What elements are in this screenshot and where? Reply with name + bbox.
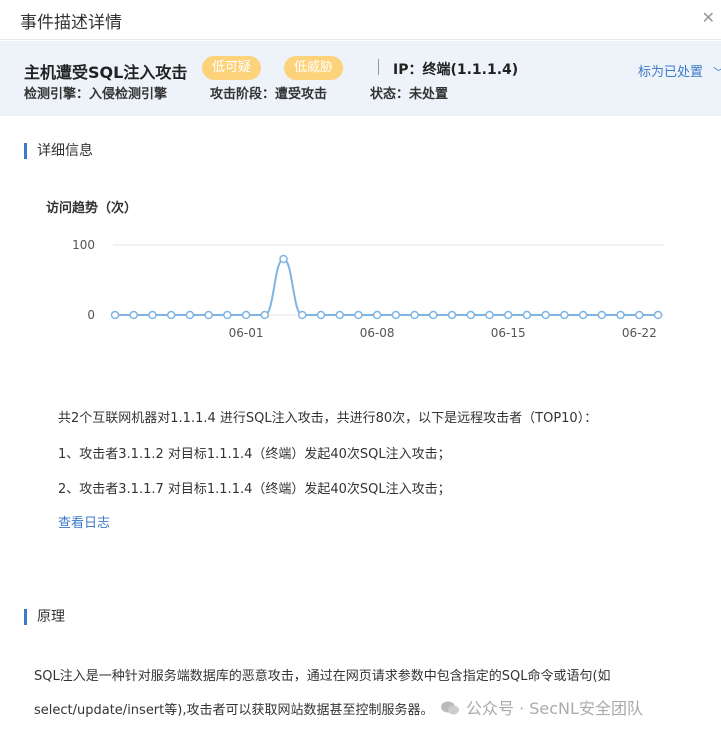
y-tick-label: 0 xyxy=(87,308,95,322)
visit-trend-chart: 0 100 06-01 06-08 06-15 06-22 xyxy=(72,238,664,340)
data-point xyxy=(391,310,401,320)
data-point xyxy=(522,310,532,320)
dialog-titlebar: 事件描述详情 ✕ xyxy=(0,0,721,40)
divider xyxy=(378,59,379,75)
data-point xyxy=(635,310,644,320)
close-icon[interactable]: ✕ xyxy=(702,8,715,27)
data-point xyxy=(447,310,457,320)
watermark: 公众号 · SecNL安全团队 xyxy=(440,695,643,719)
attack-phase: 攻击阶段：遭受攻击 xyxy=(210,87,328,102)
principle-text: select/update/insert等),攻击者可以获取网站数据甚至控制服务… xyxy=(34,703,434,718)
watermark-text: 公众号 · SecNL安全团队 xyxy=(466,699,643,718)
data-point xyxy=(653,310,663,320)
data-point xyxy=(129,310,138,320)
target-ip: IP：终端(1.1.1.4) xyxy=(393,62,519,78)
data-point xyxy=(429,310,438,320)
attack-intro: 共2个互联网机器对1.1.1.4 进行SQL注入攻击，共进行80次，以下是远程攻… xyxy=(58,411,598,426)
data-point xyxy=(148,310,157,320)
data-point xyxy=(597,310,607,320)
threat-level-badge: 低威胁 xyxy=(284,56,344,80)
data-point xyxy=(354,310,363,320)
data-point xyxy=(185,310,195,320)
data-point xyxy=(279,254,288,264)
event-detail-dialog: 事件描述详情 ✕ 主机遭受SQL注入攻击 低可疑 低威胁 IP：终端(1.1.1… xyxy=(0,0,721,734)
details-section-title: 详细信息 xyxy=(24,143,93,159)
x-tick-label: 06-08 xyxy=(360,326,395,340)
principle-text: SQL注入是一种针对服务端数据库的恶意攻击，通过在网页请求参数中包含指定的SQL… xyxy=(34,669,611,684)
data-point xyxy=(410,310,419,320)
data-point xyxy=(503,310,513,320)
data-point xyxy=(541,310,550,320)
x-tick-label: 06-15 xyxy=(491,326,526,340)
data-point xyxy=(110,310,120,320)
y-tick-label: 100 xyxy=(72,238,95,252)
series-line xyxy=(114,257,658,316)
data-point xyxy=(241,310,251,320)
data-point xyxy=(204,310,213,320)
data-point xyxy=(616,310,625,320)
data-point xyxy=(560,310,569,320)
chevron-down-icon: ﹀ xyxy=(713,64,721,80)
data-point xyxy=(223,310,232,320)
mark-handled-label: 标为已处置 xyxy=(638,65,704,80)
data-point xyxy=(578,310,588,320)
event-headline: 主机遭受SQL注入攻击 xyxy=(24,63,188,82)
detection-engine: 检测引擎：入侵检测引擎 xyxy=(24,87,168,102)
view-log-link[interactable]: 查看日志 xyxy=(58,512,110,531)
dialog-title: 事件描述详情 xyxy=(20,13,122,33)
attacker-item: 2、攻击者3.1.1.7 对目标1.1.1.4（终端）发起40次SQL注入攻击； xyxy=(58,482,451,497)
principle-section-title: 原理 xyxy=(24,609,65,625)
wechat-icon xyxy=(441,701,459,715)
data-point xyxy=(297,310,307,320)
data-point xyxy=(372,310,382,320)
mark-handled-button[interactable]: 标为已处置 ﹀ xyxy=(638,61,721,80)
credibility-badge: 低可疑 xyxy=(202,56,262,80)
data-point xyxy=(316,310,326,320)
data-point xyxy=(466,310,476,320)
data-point xyxy=(166,310,176,320)
status: 状态：未处置 xyxy=(370,87,449,102)
data-point xyxy=(260,310,270,320)
x-tick-label: 06-22 xyxy=(622,326,657,340)
data-point xyxy=(335,310,344,320)
attacker-item: 1、攻击者3.1.1.2 对目标1.1.1.4（终端）发起40次SQL注入攻击； xyxy=(58,447,451,462)
event-summary: 主机遭受SQL注入攻击 低可疑 低威胁 IP：终端(1.1.1.4) 标为已处置… xyxy=(0,41,721,116)
data-point xyxy=(485,310,494,320)
x-tick-label: 06-01 xyxy=(229,326,264,340)
